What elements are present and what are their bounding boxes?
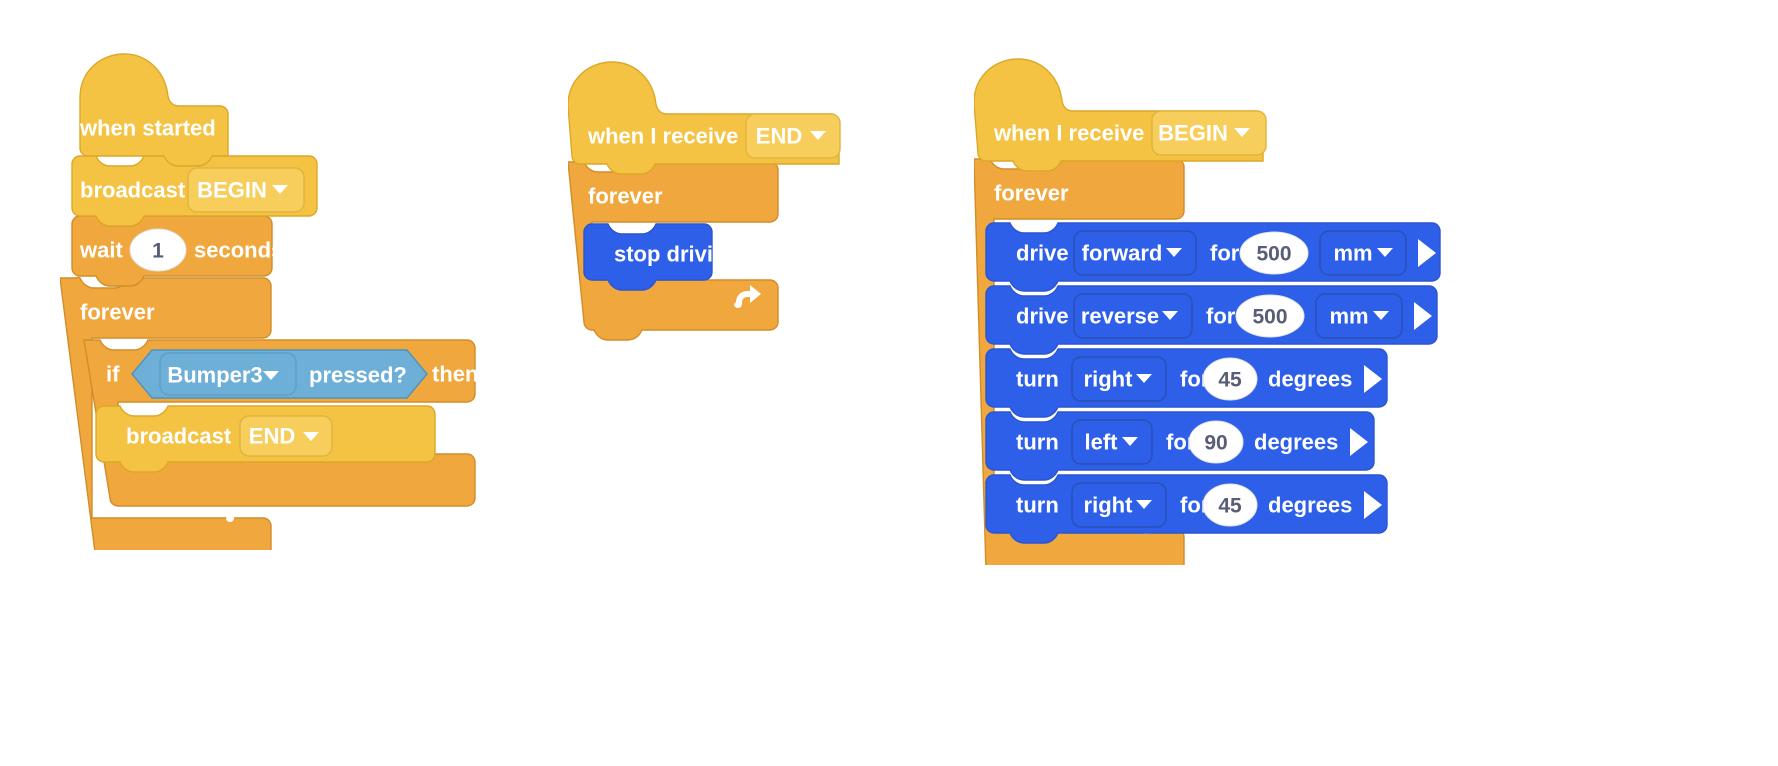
wait-block[interactable]: wait 1 seconds xyxy=(71,215,283,287)
forever-label: forever xyxy=(994,181,1069,206)
drive-amount-value: 500 xyxy=(1256,243,1291,266)
seconds-label: seconds xyxy=(194,238,283,263)
drive-units-value: mm xyxy=(1329,304,1368,329)
turn-verb-label: turn xyxy=(1016,367,1059,392)
receive-end-dropdown-value: END xyxy=(756,124,802,149)
when-i-receive-begin-stack[interactable]: forever drive forward for 500 mm drive r… xyxy=(973,55,1484,590)
when-i-receive-begin-hat[interactable]: when I receive BEGIN xyxy=(973,58,1267,172)
when-started-hat-shape[interactable] xyxy=(79,53,229,167)
wait-label: wait xyxy=(79,238,123,263)
then-label: then xyxy=(432,362,478,387)
turn-direction-value: left xyxy=(1085,430,1119,455)
drive-for-label: for xyxy=(1206,304,1236,329)
drive-direction-value: forward xyxy=(1082,241,1163,266)
broadcast-end-dropdown-value: END xyxy=(249,424,295,449)
drive-forward-block[interactable]: drive forward for 500 mm xyxy=(985,222,1441,292)
turn-verb-label: turn xyxy=(1016,493,1059,518)
turn-right-45-block[interactable]: turn right for 45 degrees xyxy=(985,348,1388,418)
bumper-dropdown-value: Bumper3 xyxy=(167,363,262,388)
turn-direction-value: right xyxy=(1084,493,1134,518)
turn-degrees-label: degrees xyxy=(1268,367,1352,392)
turn-amount-value: 45 xyxy=(1218,495,1242,518)
when-i-receive-end-stack[interactable]: forever stop driving when I receive END xyxy=(567,58,868,353)
forever-label: forever xyxy=(588,184,663,209)
when-i-receive-end-label: when I receive xyxy=(587,124,738,149)
turn-right-45-block-2[interactable]: turn right for 45 degrees xyxy=(985,474,1388,544)
drive-reverse-block[interactable]: drive reverse for 500 mm xyxy=(985,285,1438,355)
turn-left-90-block[interactable]: turn left for 90 degrees xyxy=(985,411,1375,481)
wait-seconds-value: 1 xyxy=(152,240,164,263)
drive-direction-value: reverse xyxy=(1081,304,1159,329)
drive-verb-label: drive xyxy=(1016,304,1069,329)
bumper-pressed-boolean[interactable]: Bumper3 pressed? xyxy=(131,349,428,399)
drive-verb-label: drive xyxy=(1016,241,1069,266)
receive-begin-dropdown-value: BEGIN xyxy=(1158,121,1228,146)
if-label: if xyxy=(106,362,120,387)
turn-degrees-label: degrees xyxy=(1254,430,1338,455)
when-started-hat[interactable]: when started xyxy=(79,53,229,167)
when-i-receive-begin-label: when I receive xyxy=(993,121,1144,146)
turn-direction-value: right xyxy=(1084,367,1134,392)
drive-units-value: mm xyxy=(1333,241,1372,266)
when-i-receive-end-hat[interactable]: when I receive END xyxy=(567,61,841,175)
pressed-label: pressed? xyxy=(309,363,407,388)
broadcast-begin-dropdown-value: BEGIN xyxy=(197,178,267,203)
blocks-workspace[interactable]: forever if then Bumper3 pressed? broadca… xyxy=(0,0,1778,766)
drive-for-label: for xyxy=(1210,241,1240,266)
stop-driving-label: stop driving xyxy=(614,242,740,267)
broadcast-end-block[interactable]: broadcast END xyxy=(95,405,436,473)
when-started-stack[interactable]: forever if then Bumper3 pressed? broadca… xyxy=(59,50,490,579)
when-started-label: when started xyxy=(79,116,216,141)
broadcast-end-label: broadcast xyxy=(126,424,232,449)
turn-degrees-label: degrees xyxy=(1268,493,1352,518)
drive-amount-value: 500 xyxy=(1252,306,1287,329)
turn-amount-value: 90 xyxy=(1204,432,1227,455)
turn-verb-label: turn xyxy=(1016,430,1059,455)
forever-label: forever xyxy=(80,300,155,325)
turn-amount-value: 45 xyxy=(1218,369,1242,392)
broadcast-begin-label: broadcast xyxy=(80,178,186,203)
